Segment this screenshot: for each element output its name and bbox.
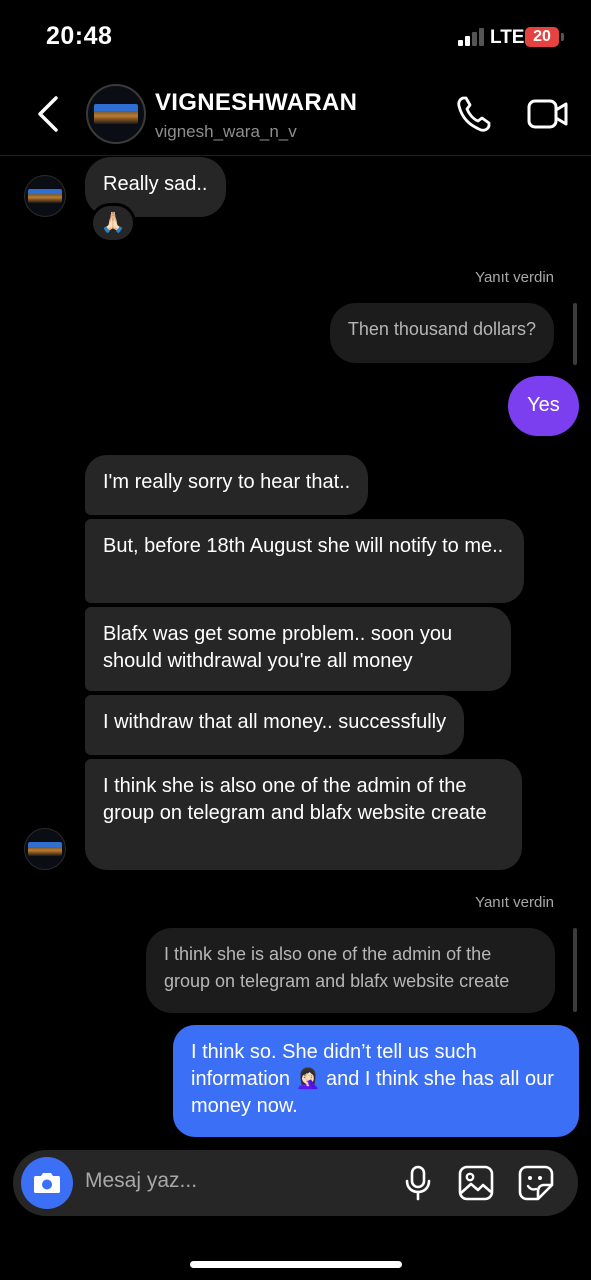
message-text: But, before 18th August she will notify … xyxy=(103,535,504,557)
replied-label: Yanıt verdin xyxy=(475,894,554,911)
message-text: I'm really sorry to hear that.. xyxy=(103,471,351,493)
video-camera-icon[interactable] xyxy=(527,96,569,132)
message-text: I think she is also one of the admin of … xyxy=(103,775,487,824)
status-time: 20:48 xyxy=(46,22,113,50)
network-type: LTE xyxy=(490,27,525,48)
quoted-message[interactable]: I think she is also one of the admin of … xyxy=(146,928,555,1013)
phone-icon[interactable] xyxy=(455,94,491,134)
message-list[interactable]: Really sad.. 🙏🏻 Yanıt verdin Then thousa… xyxy=(0,157,591,1147)
camera-icon xyxy=(34,1173,60,1193)
outgoing-message[interactable]: Yes xyxy=(508,376,579,436)
microphone-icon[interactable] xyxy=(404,1165,432,1201)
home-indicator[interactable] xyxy=(190,1261,402,1268)
sticker-icon[interactable] xyxy=(518,1165,554,1201)
signal-strength-icon xyxy=(458,28,486,46)
incoming-message[interactable]: I withdraw that all money.. successfully xyxy=(85,695,465,755)
incoming-message[interactable]: But, before 18th August she will notify … xyxy=(85,519,524,603)
image-gallery-icon[interactable] xyxy=(458,1165,494,1201)
chat-header: VIGNESHWARAN vignesh_wara_n_v xyxy=(0,72,591,156)
contact-avatar[interactable] xyxy=(86,84,146,144)
sender-avatar[interactable] xyxy=(24,175,66,217)
camera-button[interactable] xyxy=(21,1157,73,1209)
reply-indicator xyxy=(573,928,577,1012)
incoming-message[interactable]: I think she is also one of the admin of … xyxy=(85,759,522,870)
reaction-badge[interactable]: 🙏🏻 xyxy=(90,203,136,243)
message-text: Blafx was get some problem.. soon you sh… xyxy=(103,623,453,672)
contact-username[interactable]: vignesh_wara_n_v xyxy=(155,122,297,142)
message-text: Really sad.. xyxy=(103,173,208,195)
status-bar: 20:48 LTE 20 xyxy=(0,0,591,72)
outgoing-message[interactable]: I think so. She didn’t tell us such info… xyxy=(173,1025,579,1137)
message-text: I withdraw that all money.. successfully xyxy=(103,711,447,733)
quoted-message[interactable]: Then thousand dollars? xyxy=(329,303,554,363)
chevron-left-icon[interactable] xyxy=(34,94,62,134)
sender-avatar[interactable] xyxy=(24,828,66,870)
contact-name[interactable]: VIGNESHWARAN xyxy=(155,89,357,117)
replied-label: Yanıt verdin xyxy=(475,269,554,286)
message-composer: Mesaj yaz... xyxy=(13,1150,578,1216)
reply-indicator xyxy=(573,303,577,365)
message-input[interactable]: Mesaj yaz... xyxy=(85,1169,197,1193)
incoming-message[interactable]: I'm really sorry to hear that.. xyxy=(85,455,369,515)
incoming-message[interactable]: Blafx was get some problem.. soon you sh… xyxy=(85,607,511,691)
battery-icon: 20 xyxy=(525,27,564,47)
